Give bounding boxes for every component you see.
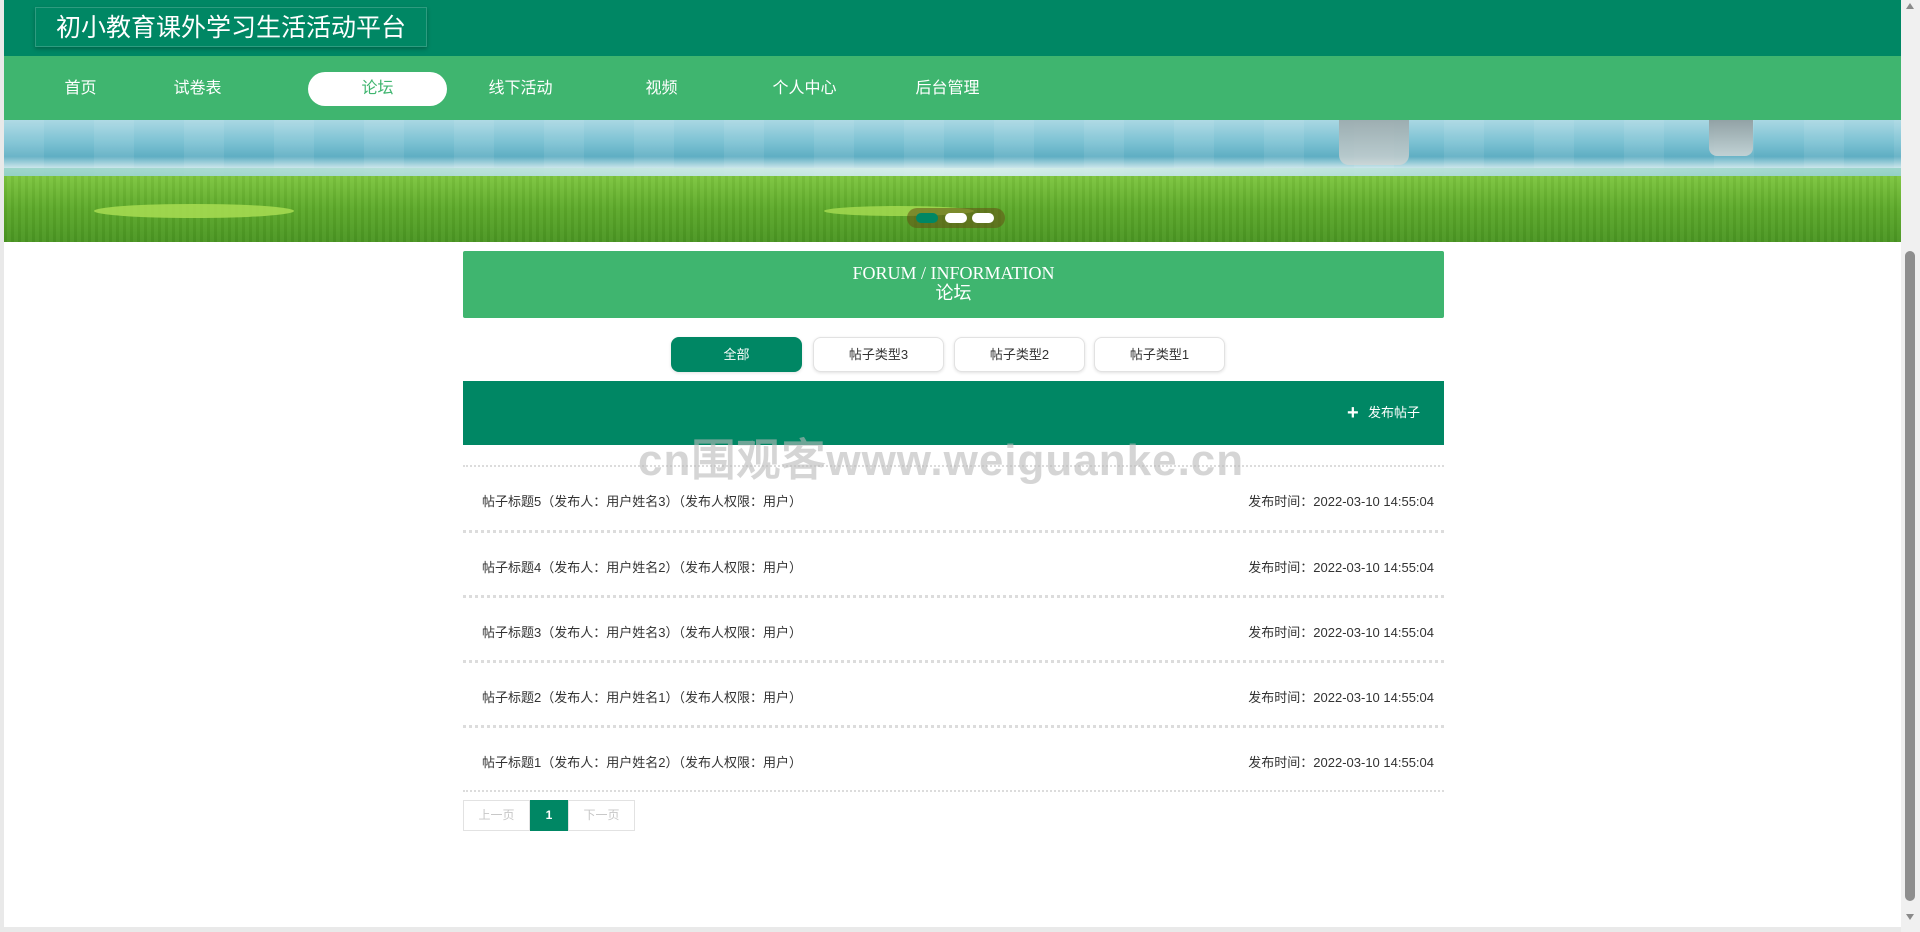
- list-item[interactable]: 帖子标题2（发布人：用户姓名1）（发布人权限：用户） 发布时间：2022-03-…: [463, 660, 1444, 725]
- publish-post-button[interactable]: + 发布帖子: [1347, 403, 1420, 423]
- post-title[interactable]: 帖子标题2（发布人：用户姓名1）（发布人权限：用户）: [482, 687, 802, 706]
- plus-icon: +: [1346, 402, 1359, 424]
- action-bar: + 发布帖子: [463, 381, 1444, 445]
- nav-item-personal-center[interactable]: 个人中心: [735, 72, 874, 106]
- post-time: 发布时间：2022-03-10 14:55:04: [1248, 560, 1434, 575]
- post-time: 发布时间：2022-03-10 14:55:04: [1248, 494, 1434, 509]
- carousel-dot[interactable]: [916, 213, 938, 223]
- nav-item-papers[interactable]: 试卷表: [128, 72, 267, 106]
- carousel-dot[interactable]: [945, 213, 967, 223]
- pagination: 上一页 1 下一页: [463, 800, 635, 831]
- scrollbar-thumb[interactable]: [1905, 251, 1915, 901]
- post-title[interactable]: 帖子标题4（发布人：用户姓名2）（发布人权限：用户）: [482, 557, 802, 576]
- scroll-up-arrow-icon[interactable]: [1906, 3, 1914, 9]
- page-number-current[interactable]: 1: [530, 800, 568, 831]
- header-bar: 初小教育课外学习生活活动平台: [4, 0, 1901, 56]
- banner-putting-green: [94, 204, 294, 218]
- publish-post-label: 发布帖子: [1367, 405, 1420, 420]
- list-divider: [463, 790, 1444, 792]
- list-item[interactable]: 帖子标题1（发布人：用户姓名2）（发布人权限：用户） 发布时间：2022-03-…: [463, 725, 1444, 790]
- post-time: 发布时间：2022-03-10 14:55:04: [1248, 625, 1434, 640]
- list-item[interactable]: 帖子标题5（发布人：用户姓名3）（发布人权限：用户） 发布时间：2022-03-…: [463, 465, 1444, 530]
- section-title-cn: 论坛: [935, 283, 972, 303]
- banner-golf-cart: [1709, 120, 1753, 156]
- filter-tab-type2[interactable]: 帖子类型2: [954, 337, 1085, 372]
- post-title[interactable]: 帖子标题5（发布人：用户姓名3）（发布人权限：用户）: [482, 491, 802, 510]
- list-item[interactable]: 帖子标题3（发布人：用户姓名3）（发布人权限：用户） 发布时间：2022-03-…: [463, 595, 1444, 660]
- post-title[interactable]: 帖子标题1（发布人：用户姓名2）（发布人权限：用户）: [482, 752, 802, 771]
- nav-item-video[interactable]: 视频: [592, 72, 731, 106]
- nav-item-admin[interactable]: 后台管理: [878, 72, 1017, 106]
- nav-item-offline-activities[interactable]: 线下活动: [451, 72, 590, 106]
- list-item[interactable]: 帖子标题4（发布人：用户姓名2）（发布人权限：用户） 发布时间：2022-03-…: [463, 530, 1444, 595]
- post-list: 帖子标题5（发布人：用户姓名3）（发布人权限：用户） 发布时间：2022-03-…: [463, 465, 1444, 792]
- scroll-down-arrow-icon[interactable]: [1906, 914, 1914, 920]
- main-nav: 首页 试卷表 论坛 线下活动 视频 个人中心 后台管理: [4, 56, 1901, 120]
- carousel-dot[interactable]: [972, 213, 994, 223]
- banner-carousel: [4, 120, 1901, 242]
- site-title: 初小教育课外学习生活活动平台: [35, 7, 428, 47]
- filter-tab-type3[interactable]: 帖子类型3: [813, 337, 944, 372]
- vertical-scrollbar[interactable]: [1901, 0, 1920, 932]
- page: 初小教育课外学习生活活动平台 首页 试卷表 论坛 线下活动 视频 个人中心 后台…: [4, 0, 1901, 927]
- carousel-indicators: [907, 208, 1005, 228]
- filter-tab-type1[interactable]: 帖子类型1: [1094, 337, 1225, 372]
- post-time: 发布时间：2022-03-10 14:55:04: [1248, 755, 1434, 770]
- prev-page-button[interactable]: 上一页: [463, 800, 530, 831]
- banner-golf-cart: [1339, 120, 1409, 165]
- post-time: 发布时间：2022-03-10 14:55:04: [1248, 690, 1434, 705]
- post-title[interactable]: 帖子标题3（发布人：用户姓名3）（发布人权限：用户）: [482, 622, 802, 641]
- next-page-button[interactable]: 下一页: [568, 800, 635, 831]
- section-title-en: FORUM / INFORMATION: [852, 263, 1055, 283]
- section-title: FORUM / INFORMATION 论坛: [463, 251, 1444, 318]
- nav-item-forum[interactable]: 论坛: [308, 72, 447, 106]
- filter-tab-all[interactable]: 全部: [671, 337, 802, 372]
